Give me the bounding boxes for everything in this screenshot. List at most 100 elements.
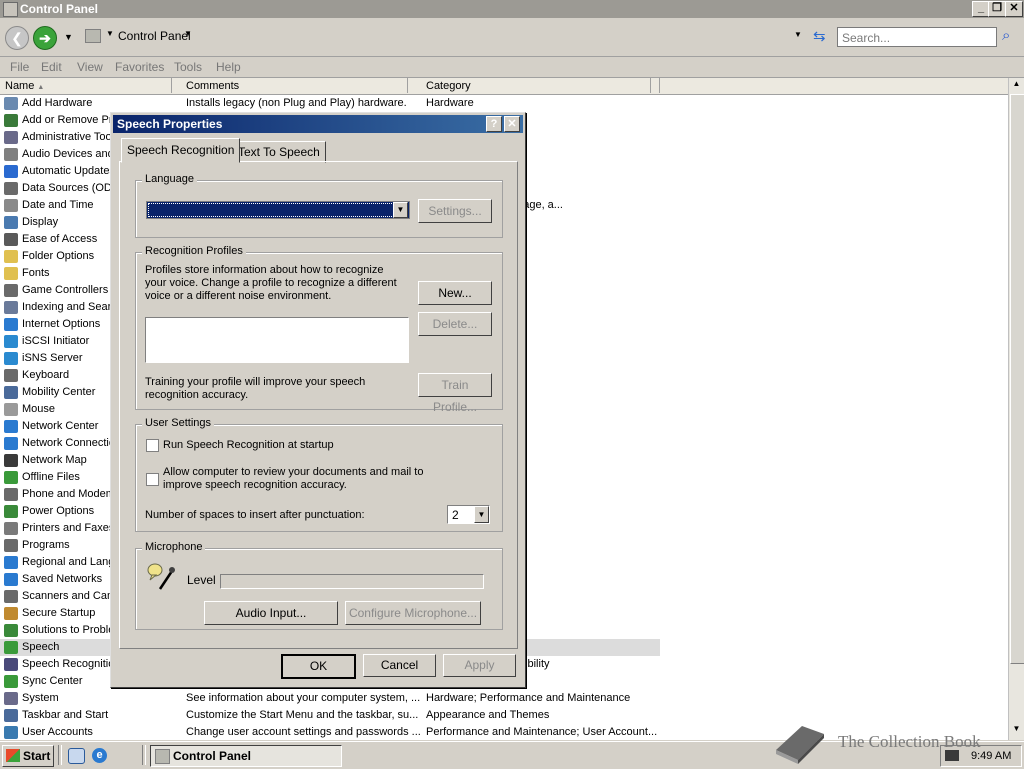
train-profile-button[interactable]: Train Profile... bbox=[418, 373, 492, 414]
list-item-system[interactable]: System See information about your compute… bbox=[0, 690, 660, 707]
row-comments: Installs legacy (non Plug and Play) hard… bbox=[186, 97, 407, 109]
forward-button[interactable]: ➔ bbox=[33, 26, 57, 50]
sort-ascending-icon: ▲ bbox=[37, 84, 45, 91]
indexing-icon bbox=[4, 301, 18, 314]
tab-speech-recognition[interactable]: Speech Recognition bbox=[121, 138, 241, 163]
list-item-taskbar-and-start-menu[interactable]: Taskbar and Start Menu Customize the Star… bbox=[0, 707, 660, 724]
address-dropdown-icon[interactable]: ▼ bbox=[794, 30, 802, 39]
isns-icon bbox=[4, 352, 18, 365]
back-button[interactable]: ❮ bbox=[5, 26, 29, 50]
scroll-up-arrow-icon[interactable]: ▲ bbox=[1010, 79, 1023, 92]
system-icon bbox=[4, 692, 18, 705]
row-name: Data Sources (OD bbox=[22, 182, 110, 194]
column-name[interactable]: Name ▲ bbox=[0, 78, 172, 93]
network-connections-icon bbox=[4, 437, 18, 450]
dialog-title: Speech Properties bbox=[117, 117, 223, 131]
microphone-level-meter bbox=[220, 574, 484, 589]
row-name: Mouse bbox=[22, 403, 56, 415]
address-chevron-icon: ▼ bbox=[106, 29, 114, 38]
window-title-bar[interactable]: Control Panel _ ❐ ✕ bbox=[0, 0, 1024, 18]
ok-button[interactable]: OK bbox=[281, 654, 356, 679]
row-name: Add or Remove Pr bbox=[22, 114, 110, 126]
phone-icon bbox=[4, 488, 18, 501]
allow-review-checkbox[interactable] bbox=[146, 473, 159, 486]
row-comments: Customize the Start Menu and the taskbar… bbox=[186, 709, 419, 721]
dialog-close-button[interactable]: ✕ bbox=[504, 116, 520, 132]
delete-profile-button[interactable]: Delete... bbox=[418, 312, 492, 336]
row-name: Ease of Access bbox=[22, 233, 98, 245]
column-category[interactable]: Category bbox=[421, 78, 651, 93]
microphone-group: Microphone Level Audio Input... Configur… bbox=[135, 541, 503, 630]
solutions-icon bbox=[4, 624, 18, 637]
menu-view[interactable]: View bbox=[77, 60, 103, 74]
row-name: Power Options bbox=[22, 505, 95, 517]
row-name: Mobility Center bbox=[22, 386, 96, 398]
restore-button[interactable]: ❐ bbox=[988, 1, 1006, 17]
search-input[interactable]: Search... bbox=[837, 27, 997, 47]
row-name: Network Connectio bbox=[22, 437, 110, 449]
menu-file[interactable]: File bbox=[10, 60, 29, 74]
start-button[interactable]: Start bbox=[2, 745, 54, 767]
list-item-user-accounts[interactable]: User Accounts Change user account setting… bbox=[0, 724, 660, 741]
language-select[interactable]: ▼ bbox=[146, 201, 410, 219]
run-at-startup-label[interactable]: Run Speech Recognition at startup bbox=[163, 439, 334, 451]
taskbar-control-panel-button[interactable]: Control Panel bbox=[150, 745, 342, 767]
profiles-legend: Recognition Profiles bbox=[142, 245, 246, 257]
spaces-select[interactable]: 2 ▼ bbox=[447, 505, 490, 524]
profiles-listbox[interactable] bbox=[145, 317, 409, 363]
menu-edit[interactable]: Edit bbox=[41, 60, 62, 74]
breadcrumb-control-panel[interactable]: Control Panel bbox=[118, 29, 191, 43]
spaces-value: 2 bbox=[452, 508, 459, 522]
column-category-label: Category bbox=[426, 80, 471, 92]
menu-bar: File Edit View Favorites Tools Help bbox=[0, 57, 1024, 78]
menu-help[interactable]: Help bbox=[216, 60, 241, 74]
data-sources-icon bbox=[4, 182, 18, 195]
secure-startup-icon bbox=[4, 607, 18, 620]
speech-properties-dialog: Speech Properties ? ✕ Speech Recognition… bbox=[110, 112, 526, 688]
tab-text-to-speech[interactable]: Text To Speech bbox=[232, 141, 326, 163]
close-window-button[interactable]: ✕ bbox=[1005, 1, 1023, 17]
offline-files-icon bbox=[4, 471, 18, 484]
vertical-scrollbar[interactable]: ▲ ▼ bbox=[1008, 78, 1024, 740]
updates-icon bbox=[4, 165, 18, 178]
scroll-thumb[interactable] bbox=[1010, 94, 1024, 664]
dialog-title-bar[interactable]: Speech Properties ? ✕ bbox=[113, 115, 523, 133]
search-icon[interactable]: ⌕ bbox=[1002, 27, 1010, 44]
spaces-dropdown-icon[interactable]: ▼ bbox=[474, 506, 489, 523]
language-group: Language ▼ Settings... bbox=[135, 173, 503, 238]
row-name: iSNS Server bbox=[22, 352, 83, 364]
row-name: Speech Recognitio bbox=[22, 658, 110, 670]
cancel-button[interactable]: Cancel bbox=[363, 654, 436, 677]
configure-microphone-button[interactable]: Configure Microphone... bbox=[345, 601, 481, 625]
history-chevron-down-icon[interactable]: ▼ bbox=[64, 32, 73, 42]
help-button[interactable]: ? bbox=[486, 116, 502, 132]
language-selection-focus bbox=[148, 203, 394, 217]
list-item-add-hardware[interactable]: Add Hardware Installs legacy (non Plug an… bbox=[0, 95, 660, 112]
quick-launch-explorer-icon[interactable] bbox=[68, 748, 85, 764]
language-settings-button[interactable]: Settings... bbox=[418, 199, 492, 223]
row-category: Hardware; Performance and Maintenance bbox=[426, 692, 631, 704]
speech-recognition-icon bbox=[4, 658, 18, 671]
apply-button[interactable]: Apply bbox=[443, 654, 516, 677]
row-name: Network Center bbox=[22, 420, 99, 432]
row-name: Saved Networks bbox=[22, 573, 103, 585]
menu-tools[interactable]: Tools bbox=[174, 60, 202, 74]
audio-input-button[interactable]: Audio Input... bbox=[204, 601, 338, 625]
quick-launch-ie-icon[interactable]: e bbox=[92, 748, 107, 763]
row-name: Programs bbox=[22, 539, 70, 551]
allow-review-label[interactable]: Allow computer to review your documents … bbox=[163, 466, 463, 492]
column-comments[interactable]: Comments bbox=[181, 78, 408, 93]
new-profile-button[interactable]: New... bbox=[418, 281, 492, 305]
row-name: Sync Center bbox=[22, 675, 83, 687]
menu-favorites[interactable]: Favorites bbox=[115, 60, 164, 74]
task-label: Control Panel bbox=[173, 749, 252, 763]
regional-icon bbox=[4, 556, 18, 569]
refresh-icon[interactable]: ⇆ bbox=[813, 27, 826, 45]
language-dropdown-icon[interactable]: ▼ bbox=[393, 202, 408, 218]
profiles-description: Profiles store information about how to … bbox=[145, 264, 397, 302]
row-name: Date and Time bbox=[22, 199, 94, 211]
folder-small-icon bbox=[85, 29, 101, 43]
row-name: Automatic Updates bbox=[22, 165, 110, 177]
control-panel-icon bbox=[3, 2, 18, 17]
run-at-startup-checkbox[interactable] bbox=[146, 439, 159, 452]
